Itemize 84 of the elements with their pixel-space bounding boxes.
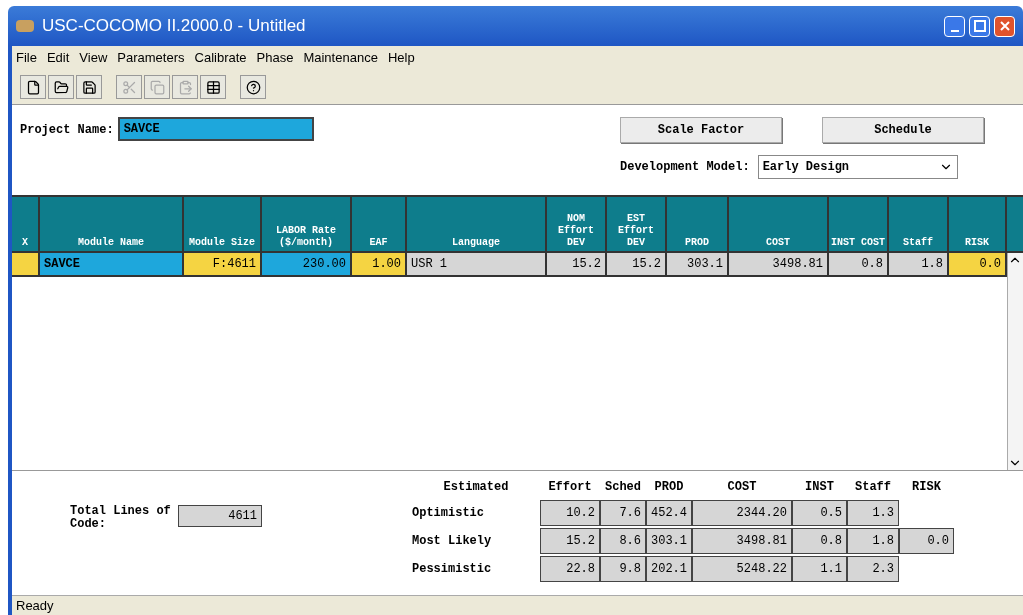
estimate-header: INST [804, 479, 835, 496]
menu-item[interactable]: Calibrate [194, 48, 247, 68]
table-cell[interactable]: 1.8 [889, 253, 949, 275]
menu-item[interactable]: Maintenance [303, 48, 378, 68]
column-header: Module Name [40, 197, 184, 251]
estimate-cell: 0.5 [792, 500, 847, 526]
estimate-cell: 9.8 [600, 556, 646, 582]
column-header: NOM Effort DEV [547, 197, 607, 251]
estimate-cell: 1.8 [847, 528, 899, 554]
estimate-cell: 202.1 [646, 556, 692, 582]
table-cell[interactable]: 15.2 [607, 253, 667, 275]
estimate-cell: 8.6 [600, 528, 646, 554]
table-cell[interactable]: USR 1 [407, 253, 547, 275]
estimate-cell: 22.8 [540, 556, 600, 582]
total-lines-label: Total Lines of Code: [70, 505, 172, 531]
table-cell[interactable]: 0.8 [829, 253, 889, 275]
table-cell[interactable]: F:4611 [184, 253, 262, 275]
estimate-cell: 7.6 [600, 500, 646, 526]
new-file-icon[interactable] [20, 75, 46, 99]
table-cell[interactable] [12, 253, 40, 275]
development-model-label: Development Model: [620, 159, 750, 176]
estimate-cell: 1.1 [792, 556, 847, 582]
table-cell[interactable]: 303.1 [667, 253, 729, 275]
help-icon[interactable] [240, 75, 266, 99]
table-cell[interactable]: SAVCE [40, 253, 184, 275]
column-header: X [12, 197, 40, 251]
column-header: EST Effort DEV [607, 197, 667, 251]
estimate-cell: 3498.81 [692, 528, 792, 554]
column-header: PROD [667, 197, 729, 251]
column-header: INST COST [829, 197, 889, 251]
estimate-cell: 5248.22 [692, 556, 792, 582]
development-model-dropdown[interactable]: Early Design [757, 155, 958, 179]
grid-icon[interactable] [200, 75, 226, 99]
open-folder-icon[interactable] [48, 75, 74, 99]
estimate-cell: 0.0 [899, 528, 954, 554]
estimate-header: Staff [854, 479, 892, 496]
estimate-cell: 1.3 [847, 500, 899, 526]
save-icon[interactable] [76, 75, 102, 99]
status-text: Ready [16, 596, 54, 615]
minimize-icon[interactable] [944, 15, 965, 37]
table-cell[interactable]: 3498.81 [729, 253, 829, 275]
menu-item[interactable]: File [16, 48, 37, 68]
estimate-header: COST [726, 479, 758, 496]
menu-item[interactable]: Edit [46, 48, 70, 68]
project-name-field[interactable]: SAVCE [117, 117, 314, 141]
table-cell[interactable]: 0.0 [949, 253, 1007, 275]
scrollbar[interactable] [1007, 253, 1023, 470]
estimate-cell: 452.4 [646, 500, 692, 526]
action-button[interactable]: Scale Factor [620, 117, 782, 143]
app-icon [16, 20, 34, 32]
table-cell[interactable]: 230.00 [262, 253, 352, 275]
estimate-cell: 0.8 [792, 528, 847, 554]
estimate-cell: 2.3 [847, 556, 899, 582]
estimate-label: Most Likely [412, 533, 493, 550]
maximize-icon[interactable] [969, 15, 990, 37]
estimate-cell: 15.2 [540, 528, 600, 554]
table-cell[interactable]: 15.2 [547, 253, 607, 275]
estimate-header: Effort [547, 479, 593, 496]
column-header: RISK [949, 197, 1007, 251]
column-header: Language [407, 197, 547, 251]
estimate-label: Pessimistic [412, 561, 493, 578]
estimate-header: Sched [604, 479, 642, 496]
column-header: LABOR Rate ($/month) [262, 197, 352, 251]
estimate-cell: 2344.20 [692, 500, 792, 526]
estimate-header: RISK [911, 479, 942, 496]
close-icon[interactable] [994, 15, 1015, 37]
estimate-header: Estimated [442, 479, 510, 496]
project-name-label: Project Name: [20, 122, 114, 139]
column-header: COST [729, 197, 829, 251]
window-title: USC-COCOMO II.2000.0 - Untitled [42, 15, 306, 38]
estimate-cell: 10.2 [540, 500, 600, 526]
column-header: Module Size [184, 197, 262, 251]
column-header: EAF [352, 197, 407, 251]
table-cell[interactable]: 1.00 [352, 253, 407, 275]
total-lines-field: 4611 [178, 505, 262, 527]
menu-item[interactable]: Parameters [117, 48, 185, 68]
estimate-header: PROD [653, 479, 685, 496]
menu-item[interactable]: View [79, 48, 108, 68]
action-button[interactable]: Schedule [822, 117, 984, 143]
estimate-label: Optimistic [412, 505, 485, 522]
column-header: Staff [889, 197, 949, 251]
estimate-cell: 303.1 [646, 528, 692, 554]
menu-item[interactable]: Help [387, 48, 415, 68]
menu-item[interactable]: Phase [256, 48, 294, 68]
